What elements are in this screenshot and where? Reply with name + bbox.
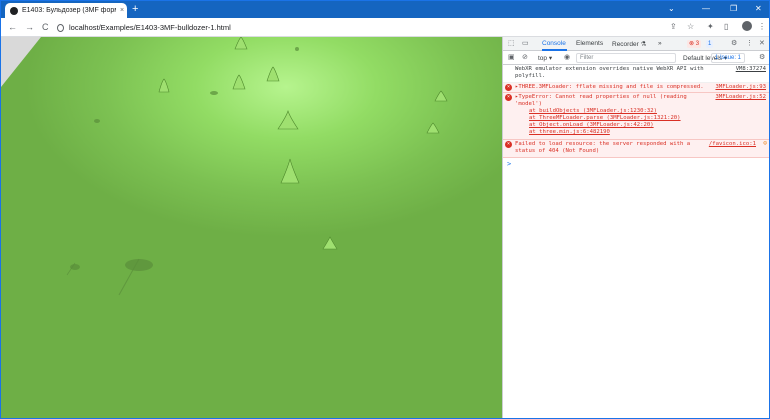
- webgl-viewport[interactable]: [1, 37, 502, 418]
- browser-tab[interactable]: E1403: Бульдозер (3MF формат) ×: [5, 3, 127, 18]
- error-icon: ×: [505, 84, 512, 91]
- browser-menu-icon[interactable]: ⋮: [758, 22, 766, 32]
- tab-console[interactable]: Console: [542, 40, 566, 47]
- error-icon: ×: [505, 141, 512, 148]
- forward-button[interactable]: →: [25, 22, 34, 32]
- console-filter-bar: ▣ ⊘ top ▾ ◉ Filter Default levels ▾ 1 Is…: [503, 51, 769, 65]
- tab-close-icon[interactable]: ×: [120, 7, 124, 14]
- maximize-button[interactable]: ❐: [730, 4, 737, 14]
- console-error-message: × ▸TypeError: Cannot read properties of …: [503, 93, 769, 140]
- live-expression-eye-icon[interactable]: ◉: [564, 54, 570, 62]
- devtools-tabbar: ⬚ ▭ Console Elements Recorder ⚗ » ⊗ 3 1 …: [503, 37, 769, 51]
- clear-console-icon[interactable]: ⊘: [522, 54, 528, 62]
- error-count-badge[interactable]: ⊗ 3: [687, 40, 702, 48]
- tab-strip: E1403: Бульдозер (3MF формат) × + ⌄ — ❐ …: [1, 1, 769, 18]
- site-info-icon[interactable]: [57, 23, 64, 32]
- back-button[interactable]: ←: [8, 22, 17, 32]
- warning-circle-icon: ☺: [763, 140, 767, 147]
- console-message: WebXR emulator extension overrides nativ…: [503, 65, 769, 83]
- console-error-message: × Failed to load resource: the server re…: [503, 140, 769, 158]
- stack-frame[interactable]: at three.min.js:6:482190: [515, 129, 766, 136]
- reload-button[interactable]: C: [42, 22, 49, 32]
- extensions-icon[interactable]: ✦: [707, 22, 714, 32]
- devtools-close-icon[interactable]: ✕: [759, 40, 765, 48]
- bookmark-star-icon[interactable]: ☆: [687, 22, 694, 32]
- browser-toolbar: ← → C localhost/Examples/E1403-3MF-bulld…: [1, 18, 769, 37]
- console-filter-input[interactable]: Filter: [576, 53, 676, 63]
- devtools-menu-icon[interactable]: ⋮: [746, 40, 753, 48]
- side-panel-icon[interactable]: ▯: [724, 22, 728, 32]
- settings-gear-icon[interactable]: ⚙: [731, 40, 737, 48]
- new-tab-button[interactable]: +: [132, 3, 138, 15]
- message-text: polyfill.: [515, 73, 546, 79]
- message-text: status of 404 (Not Found): [515, 148, 600, 154]
- tab-title: E1403: Бульдозер (3MF формат): [22, 7, 116, 14]
- stack-frame[interactable]: at ThreeMFLoader.parse (3MFLoader.js:132…: [515, 115, 766, 122]
- inspect-element-icon[interactable]: ⬚: [508, 40, 515, 48]
- console-prompt[interactable]: >: [507, 160, 511, 168]
- stack-frame[interactable]: at Object.onLoad (3MFLoader.js:42:20): [515, 122, 766, 129]
- tab-elements[interactable]: Elements: [576, 40, 603, 47]
- message-source-link[interactable]: 3MFLoader.js:52: [715, 94, 766, 101]
- minimize-button[interactable]: —: [702, 4, 710, 14]
- url-text[interactable]: localhost/Examples/E1403-3MF-bulldozer-1…: [69, 23, 231, 32]
- message-source-link[interactable]: VM8:37274: [736, 66, 766, 73]
- message-text: 'model'): [515, 101, 542, 107]
- stack-frame[interactable]: at buildObjects (3MFLoader.js:1230:32): [515, 108, 766, 115]
- share-icon[interactable]: ⇪: [670, 22, 677, 32]
- scene-spikes: [158, 37, 448, 250]
- address-bar[interactable]: localhost/Examples/E1403-3MF-bulldozer-1…: [57, 20, 597, 35]
- tab-recorder[interactable]: Recorder ⚗: [612, 40, 646, 48]
- browser-window: E1403: Бульдозер (3MF формат) × + ⌄ — ❐ …: [0, 0, 770, 419]
- tab-search-chevron-icon[interactable]: ⌄: [668, 4, 675, 14]
- console-output: WebXR emulator extension overrides nativ…: [503, 65, 769, 418]
- profile-avatar[interactable]: [742, 21, 752, 31]
- devtools-panel: ⬚ ▭ Console Elements Recorder ⚗ » ⊗ 3 1 …: [502, 37, 769, 418]
- console-error-message: × ▸THREE.3MFLoader: fflate missing and f…: [503, 83, 769, 93]
- device-toolbar-icon[interactable]: ▭: [522, 40, 529, 48]
- scene-terrain: [66, 37, 448, 296]
- message-text: WebXR emulator extension overrides nativ…: [515, 66, 704, 72]
- issues-button[interactable]: 1 Issue: 1: [711, 53, 746, 63]
- message-source-link[interactable]: 3MFLoader.js:93: [715, 84, 766, 91]
- globe-icon: [10, 6, 18, 15]
- error-icon: ×: [505, 94, 512, 101]
- message-source-link[interactable]: /favicon.ico:1: [709, 141, 756, 148]
- more-tabs-button[interactable]: »: [658, 40, 662, 47]
- console-settings-icon[interactable]: ⚙: [759, 54, 765, 62]
- info-count-badge[interactable]: 1: [706, 40, 714, 48]
- sidebar-toggle-icon[interactable]: ▣: [508, 54, 515, 62]
- context-selector[interactable]: top ▾: [538, 54, 552, 62]
- close-window-button[interactable]: ✕: [755, 4, 762, 14]
